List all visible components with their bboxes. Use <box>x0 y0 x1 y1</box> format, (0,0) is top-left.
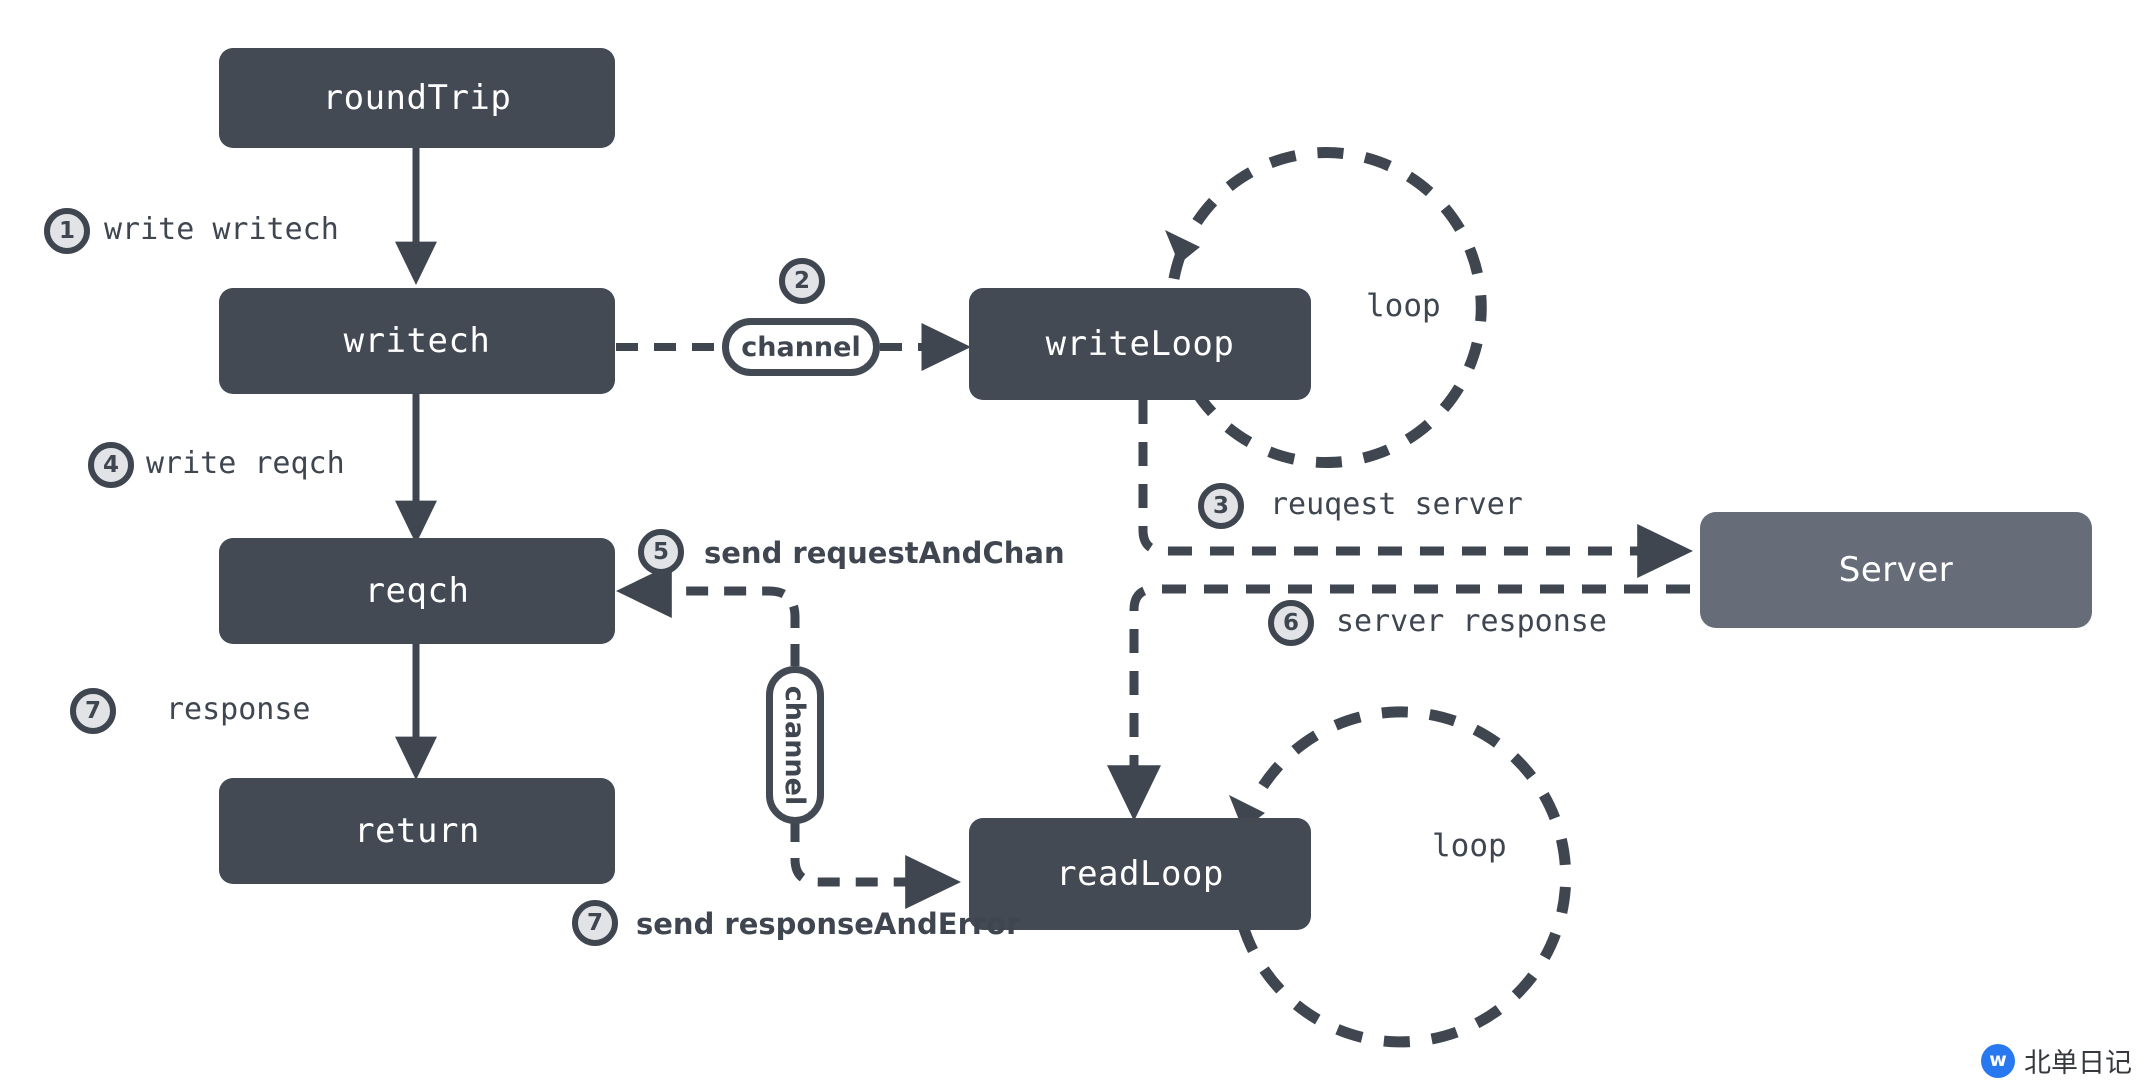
node-writech[interactable]: writech <box>219 288 615 394</box>
step-badge-2-num: 2 <box>793 268 810 294</box>
step-badge-7-send-num: 7 <box>586 910 603 936</box>
loop-label-write: loop <box>1366 288 1441 324</box>
step-badge-6: 6 <box>1268 600 1314 646</box>
channel-pill-horizontal-label: channel <box>741 331 861 363</box>
step-badge-1: 1 <box>44 208 90 254</box>
node-roundtrip-label: roundTrip <box>322 78 512 118</box>
step-badge-1-num: 1 <box>58 218 75 244</box>
step-label-3: reuqest server <box>1270 487 1523 522</box>
step-badge-7-response: 7 <box>70 688 116 734</box>
step-badge-3-num: 3 <box>1212 493 1229 519</box>
watermark: w 北单日记 <box>1981 1041 2132 1080</box>
step-badge-5: 5 <box>638 529 684 575</box>
step-badge-4-num: 4 <box>102 452 119 478</box>
step-badge-7-response-num: 7 <box>84 698 101 724</box>
node-reqch-label: reqch <box>364 571 470 611</box>
node-writeloop[interactable]: writeLoop <box>969 288 1311 400</box>
channel-pill-horizontal[interactable]: channel <box>722 318 880 376</box>
node-server-label: Server <box>1838 550 1954 590</box>
step-label-1: write writech <box>104 212 339 247</box>
node-roundtrip[interactable]: roundTrip <box>219 48 615 148</box>
edge-channel-readloop <box>790 820 962 909</box>
step-badge-6-num: 6 <box>1282 610 1299 636</box>
watermark-logo-icon: w <box>1981 1043 2015 1078</box>
node-writech-label: writech <box>343 321 491 361</box>
step-label-7-response: response <box>166 692 311 727</box>
channel-pill-vertical-label: channel <box>779 685 811 805</box>
step-badge-7-send: 7 <box>572 900 618 946</box>
step-badge-5-num: 5 <box>652 539 669 565</box>
step-badge-3: 3 <box>1198 483 1244 529</box>
step-label-5: send requestAndChan <box>704 536 1065 570</box>
node-writeloop-label: writeLoop <box>1045 324 1235 364</box>
channel-pill-vertical[interactable]: channel <box>766 666 824 824</box>
loop-label-read: loop <box>1432 828 1507 864</box>
node-return-label: return <box>354 811 480 851</box>
step-badge-2: 2 <box>779 258 825 304</box>
step-badge-4: 4 <box>88 442 134 488</box>
watermark-text: 北单日记 <box>2024 1048 2132 1079</box>
node-return[interactable]: return <box>219 778 615 884</box>
step-label-6: server response <box>1336 604 1607 639</box>
node-reqch[interactable]: reqch <box>219 538 615 644</box>
step-label-4: write reqch <box>146 446 345 481</box>
diagram-canvas: roundTrip writech reqch return writeLoop… <box>0 0 2154 1092</box>
step-label-7-send: send responseAndError <box>636 907 1021 941</box>
node-readloop-label: readLoop <box>1056 854 1224 894</box>
node-server[interactable]: Server <box>1700 512 2092 628</box>
edge-channel-reqch <box>615 564 800 666</box>
